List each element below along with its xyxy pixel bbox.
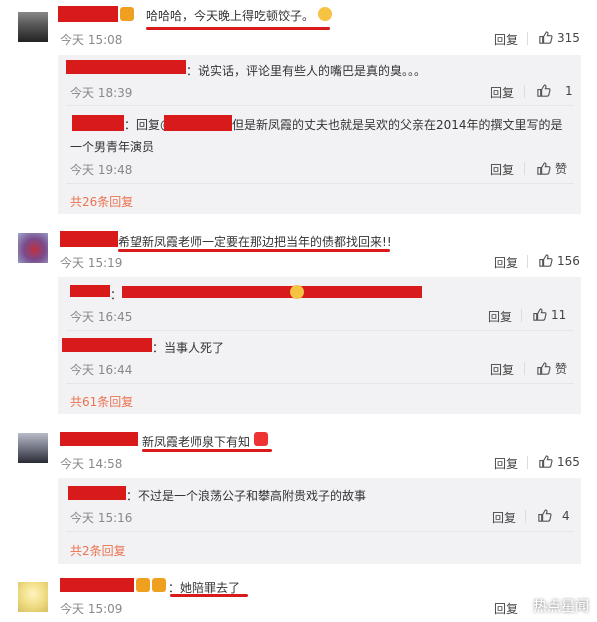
username-redacted[interactable]	[60, 432, 138, 446]
vip-badge-icon	[120, 7, 134, 21]
reply-text: ：	[110, 288, 123, 302]
reply-button[interactable]: 回复	[492, 509, 516, 526]
username-redacted[interactable]	[58, 6, 118, 22]
like-count: 11	[551, 307, 567, 322]
thumb-up-icon	[537, 162, 551, 175]
avatar[interactable]	[18, 12, 48, 42]
like-button[interactable]: 156	[538, 253, 580, 268]
username-redacted[interactable]	[66, 60, 186, 74]
divider-line	[66, 330, 574, 331]
username-redacted[interactable]	[72, 115, 124, 131]
reply-button[interactable]: 回复	[494, 600, 518, 617]
reply-time: 今天 15:16	[70, 511, 133, 525]
divider	[524, 162, 525, 175]
reply-time: 今天 18:39	[70, 86, 133, 100]
highlight-underline	[118, 249, 390, 252]
more-replies-link[interactable]: 共26条回复	[70, 193, 133, 210]
reply-text: ：当事人死了	[152, 341, 225, 355]
comment-text: 新凤霞老师泉下有知	[142, 435, 251, 449]
reply-text: 但是新凤霞的丈夫也就是吴欢的父亲在2014年的撰文里写的是	[232, 118, 563, 132]
reply-text: ：说实话，评论里有些人的嘴巴是真的臭。。。	[186, 64, 427, 78]
reply-time: 今天 19:48	[70, 163, 133, 177]
vip-badge-icon	[152, 578, 166, 592]
like-count: 1	[565, 83, 573, 98]
comment-text: 哈哈哈，今天晚上得吃顿饺子。	[146, 9, 315, 23]
reply-button[interactable]: 回复	[494, 455, 518, 472]
comment-time: 今天 15:08	[60, 33, 123, 47]
divider-line	[66, 105, 574, 106]
divider	[525, 510, 526, 523]
thumb-up-icon	[539, 254, 553, 267]
like-count: 156	[557, 253, 580, 268]
username-redacted[interactable]	[60, 578, 134, 592]
highlight-underline	[146, 27, 330, 30]
reply-time: 今天 16:44	[70, 363, 133, 377]
like-button[interactable]: 1	[536, 83, 573, 98]
divider-line	[66, 531, 574, 532]
avatar[interactable]	[18, 233, 48, 263]
reply-text-continued: 一个男青年演员	[70, 140, 155, 154]
like-count: 4	[562, 508, 570, 523]
divider-line	[66, 383, 574, 384]
highlight-underline	[142, 449, 272, 452]
reply-text: ：不过是一个浪荡公子和攀高附贵戏子的故事	[126, 489, 367, 503]
mention-redacted[interactable]	[164, 115, 232, 131]
like-count: 赞	[555, 162, 568, 176]
divider	[524, 85, 525, 98]
thumb-up-icon	[539, 31, 553, 44]
username-redacted[interactable]	[70, 285, 110, 297]
like-button[interactable]: 赞	[536, 360, 567, 377]
reply-time: 今天 16:45	[70, 310, 133, 324]
comment-time: 今天 15:09	[60, 602, 123, 616]
username-redacted[interactable]	[68, 486, 126, 500]
comment-text: 希望新凤霞老师一定要在那边把当年的债都找回来!!	[118, 235, 392, 249]
avatar[interactable]	[18, 582, 48, 612]
divider	[527, 32, 528, 45]
avatar[interactable]	[18, 433, 48, 463]
reply-text-redacted	[122, 286, 422, 298]
reply-button[interactable]: 回复	[490, 84, 514, 101]
highlight-underline	[170, 594, 248, 597]
reply-button[interactable]: 回复	[494, 254, 518, 271]
thumb-up-icon	[537, 362, 551, 375]
vip-badge-icon	[136, 578, 150, 592]
thumb-up-icon	[538, 509, 552, 522]
reply-button[interactable]: 回复	[490, 161, 514, 178]
thumb-up-icon	[539, 455, 553, 468]
grin-emoji-icon	[318, 7, 332, 21]
like-count: 165	[557, 454, 580, 469]
like-button[interactable]: 赞	[536, 160, 567, 177]
comment-time: 今天 14:58	[60, 457, 123, 471]
like-count: 315	[557, 30, 580, 45]
divider	[527, 255, 528, 268]
like-button[interactable]: 315	[538, 30, 580, 45]
like-button[interactable]: 11	[532, 307, 566, 322]
reply-button[interactable]: 回复	[494, 31, 518, 48]
watermark: 热点星闻	[533, 599, 589, 615]
like-button[interactable]: 165	[538, 454, 580, 469]
comment-time: 今天 15:19	[60, 256, 123, 270]
divider	[521, 309, 522, 322]
divider	[524, 362, 525, 375]
like-button[interactable]: 4	[537, 508, 570, 523]
username-redacted[interactable]	[62, 338, 152, 352]
reply-button[interactable]: 回复	[490, 361, 514, 378]
username-redacted[interactable]	[60, 231, 118, 247]
more-replies-link[interactable]: 共61条回复	[70, 393, 133, 410]
thumb-up-icon	[537, 84, 551, 97]
reply-button[interactable]: 回复	[488, 308, 512, 325]
candle-emoji-icon	[254, 432, 268, 446]
divider-line	[66, 183, 574, 184]
divider	[527, 456, 528, 469]
like-count: 赞	[555, 362, 568, 376]
more-replies-link[interactable]: 共2条回复	[70, 542, 126, 559]
emoji-icon	[290, 285, 304, 299]
thumb-up-icon	[533, 308, 547, 321]
